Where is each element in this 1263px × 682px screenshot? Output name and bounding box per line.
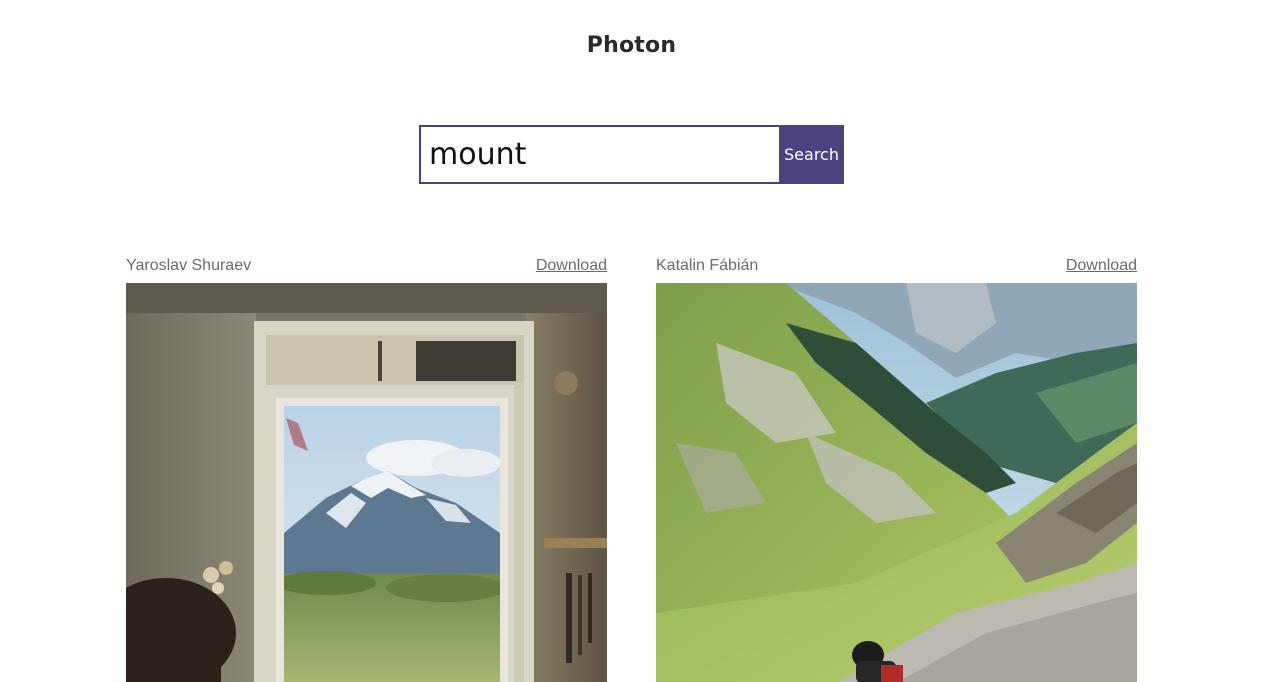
photo-card: Katalin Fábián Download — [656, 255, 1137, 682]
photo-alpine-valley[interactable] — [656, 283, 1137, 682]
photon-app: Photon Search Yaroslav Shuraev Download — [0, 0, 1263, 682]
search-form: Search — [419, 125, 844, 184]
photo-image — [656, 283, 1137, 682]
photo-window-mountain[interactable] — [126, 283, 607, 682]
search-input[interactable] — [419, 125, 779, 184]
photographer-name: Yaroslav Shuraev — [126, 257, 252, 274]
search-button[interactable]: Search — [779, 125, 844, 184]
photo-card-header: Katalin Fábián Download — [656, 255, 1137, 277]
photo-image — [126, 283, 607, 682]
photo-card: Yaroslav Shuraev Download — [126, 255, 607, 682]
download-link[interactable]: Download — [1066, 257, 1137, 275]
download-link[interactable]: Download — [536, 257, 607, 275]
photo-card-header: Yaroslav Shuraev Download — [126, 255, 607, 277]
app-title: Photon — [586, 33, 677, 58]
photographer-name: Katalin Fábián — [656, 257, 759, 274]
